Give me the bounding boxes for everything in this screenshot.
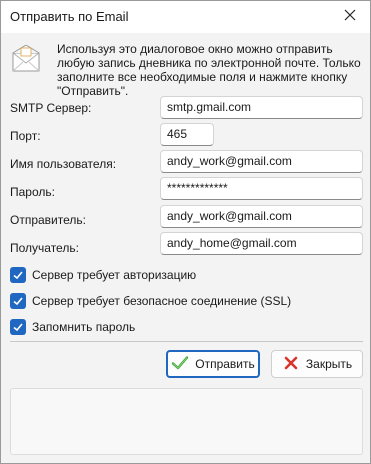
recipient-input[interactable]: andy_home@gmail.com bbox=[160, 232, 363, 255]
info-description: Используя это диалоговое окно можно отпр… bbox=[57, 42, 361, 98]
close-button[interactable]: Закрыть bbox=[271, 350, 363, 378]
password-label: Пароль: bbox=[10, 185, 55, 199]
send-button-label: Отправить bbox=[195, 357, 255, 371]
send-button[interactable]: Отправить bbox=[166, 350, 260, 378]
close-icon bbox=[344, 8, 356, 26]
password-input[interactable]: ************* bbox=[160, 177, 363, 200]
auth-checkbox-row[interactable]: Сервер требует авторизацию bbox=[10, 266, 196, 284]
email-dialog: Отправить по Email Используя это диалого… bbox=[0, 0, 371, 464]
username-input[interactable]: andy_work@gmail.com bbox=[160, 150, 363, 173]
auth-checkbox-label: Сервер требует авторизацию bbox=[32, 268, 197, 282]
recipient-label: Получатель: bbox=[10, 241, 79, 255]
checkmark-icon bbox=[171, 354, 189, 375]
username-label: Имя пользователя: bbox=[10, 157, 117, 171]
port-label: Порт: bbox=[10, 129, 41, 143]
ssl-checkbox-row[interactable]: Сервер требует безопасное соединение (SS… bbox=[10, 292, 291, 310]
remember-checkbox[interactable] bbox=[10, 319, 26, 335]
ssl-checkbox[interactable] bbox=[10, 293, 26, 309]
sender-input[interactable]: andy_work@gmail.com bbox=[160, 205, 363, 228]
sender-label: Отправитель: bbox=[10, 213, 86, 227]
close-window-button[interactable] bbox=[330, 1, 370, 33]
ssl-checkbox-label: Сервер требует безопасное соединение (SS… bbox=[32, 294, 292, 308]
remember-checkbox-row[interactable]: Запомнить пароль bbox=[10, 318, 135, 336]
port-input[interactable]: 465 bbox=[160, 123, 214, 146]
separator bbox=[10, 341, 363, 342]
x-icon bbox=[282, 354, 300, 375]
checkmark-icon bbox=[13, 297, 23, 306]
remember-checkbox-label: Запомнить пароль bbox=[32, 320, 136, 334]
status-log-area bbox=[10, 388, 363, 455]
smtp-server-label: SMTP Сервер: bbox=[10, 101, 92, 115]
checkmark-icon bbox=[13, 271, 23, 280]
envelope-icon bbox=[11, 44, 41, 75]
smtp-server-input[interactable]: smtp.gmail.com bbox=[160, 96, 363, 119]
auth-checkbox[interactable] bbox=[10, 267, 26, 283]
window-title: Отправить по Email bbox=[10, 9, 129, 24]
title-bar: Отправить по Email bbox=[1, 1, 370, 33]
close-button-label: Закрыть bbox=[305, 357, 353, 371]
checkmark-icon bbox=[13, 323, 23, 332]
